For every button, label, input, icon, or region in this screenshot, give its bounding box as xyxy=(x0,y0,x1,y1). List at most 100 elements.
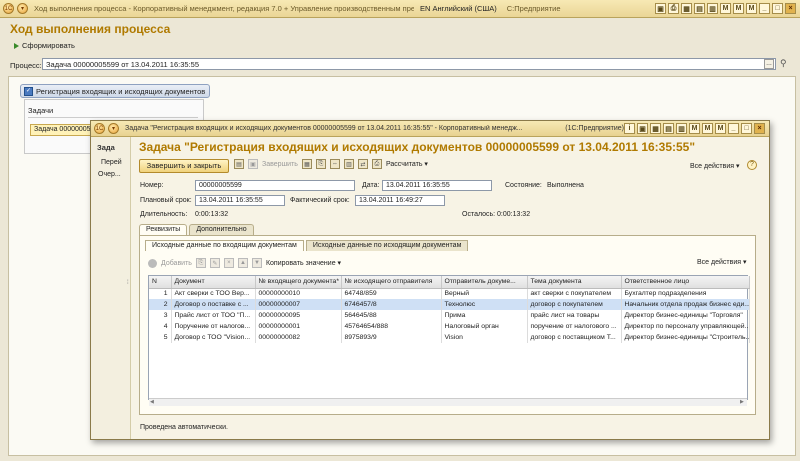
cell-sender[interactable]: Vision xyxy=(441,332,528,343)
maximize-icon[interactable]: □ xyxy=(741,123,752,134)
cell-sender[interactable]: Верный xyxy=(441,288,528,299)
attachment-icon[interactable]: ⎘ xyxy=(315,159,326,169)
plan-deadline-field[interactable]: 13.04.2011 16:35:55 xyxy=(195,195,285,206)
table-icon[interactable]: ▥ xyxy=(707,3,718,14)
close-icon[interactable]: × xyxy=(785,3,796,14)
calendar-icon[interactable]: ▦ xyxy=(681,3,692,14)
cell-sender-number[interactable]: 64748/859 xyxy=(341,288,442,299)
move-icon[interactable]: ⇔ xyxy=(329,159,340,169)
save-icon[interactable]: ▣ xyxy=(655,3,666,14)
generate-button[interactable]: Сформировать xyxy=(14,41,75,50)
memory-minus-icon[interactable]: M xyxy=(715,123,726,134)
column-header[interactable]: Тема документа xyxy=(527,276,622,289)
table-row[interactable]: 3 Прайс лист от ТОО "П... 00000000095 56… xyxy=(149,310,750,321)
cell-document[interactable]: Прайс лист от ТОО "П... xyxy=(171,310,256,321)
horizontal-scrollbar[interactable] xyxy=(149,398,747,406)
cell-subject[interactable]: поручение от налогового ... xyxy=(527,321,622,332)
calculate-button[interactable]: Рассчитать ▾ xyxy=(386,160,428,168)
column-header[interactable]: № входящего документа* xyxy=(255,276,342,289)
cell-sender-number[interactable]: 45764654/888 xyxy=(341,321,442,332)
cell-document[interactable]: Поручение от налогов... xyxy=(171,321,256,332)
column-header[interactable]: N xyxy=(149,276,172,289)
chevron-down-icon[interactable]: ▾ xyxy=(108,123,119,134)
sidebar-item-go[interactable]: Перей xyxy=(101,159,122,166)
edit-icon[interactable]: ✎ xyxy=(209,258,220,268)
bookmark-icon[interactable]: M xyxy=(689,123,700,134)
sidebar-item-queue[interactable]: Очер... xyxy=(98,171,121,178)
move-down-icon[interactable]: ▼ xyxy=(251,258,262,268)
cell-responsible[interactable]: Бухгалтер подразделения xyxy=(621,288,750,299)
table-row[interactable]: 5 Договор с ТОО "Vision... 00000000082 8… xyxy=(149,332,750,343)
print-icon[interactable]: ⎙ xyxy=(668,3,679,14)
cell-sender-number[interactable]: 564645/88 xyxy=(341,310,442,321)
scroll-left-icon[interactable]: ◀ xyxy=(150,399,154,405)
copy-icon[interactable]: ⎘ xyxy=(195,258,206,268)
process-input[interactable]: Задача 00000005599 от 13.04.2011 16:35:5… xyxy=(42,58,776,70)
finish-and-close-button[interactable]: Завершить и закрыть xyxy=(139,159,229,173)
bookmark-icon[interactable]: M xyxy=(720,3,731,14)
column-header[interactable]: Отправитель докуме... xyxy=(441,276,528,289)
print-icon[interactable]: ⎙ xyxy=(371,159,382,169)
cell-sender[interactable]: Прима xyxy=(441,310,528,321)
table-icon[interactable]: ▥ xyxy=(676,123,687,134)
report-icon[interactable]: ▦ xyxy=(301,159,312,169)
table-row[interactable]: 4 Поручение от налогов... 00000000001 45… xyxy=(149,321,750,332)
cell-subject[interactable]: договор с поставщиком Т... xyxy=(527,332,622,343)
memory-plus-icon[interactable]: M xyxy=(702,123,713,134)
actual-deadline-field[interactable]: 13.04.2011 16:49:27 xyxy=(355,195,445,206)
calculator-icon[interactable]: ▤ xyxy=(694,3,705,14)
app-logo-icon[interactable]: 1С xyxy=(94,123,105,134)
cell-sender[interactable]: Технолюс xyxy=(441,299,528,310)
cell-sender[interactable]: Налоговый орган xyxy=(441,321,528,332)
cell-incoming-number[interactable]: 00000000001 xyxy=(255,321,342,332)
help-icon[interactable]: ? xyxy=(747,160,757,170)
tab-additional[interactable]: Дополнительно xyxy=(189,224,254,235)
cell-document[interactable]: Договор с ТОО "Vision... xyxy=(171,332,256,343)
cell-sender-number[interactable]: 6746457/8 xyxy=(341,299,442,310)
calendar-icon[interactable]: ▦ xyxy=(650,123,661,134)
route-icon[interactable]: ⇄ xyxy=(357,159,368,169)
minimize-icon[interactable]: _ xyxy=(728,123,739,134)
cell-responsible[interactable]: Директор по персоналу управляющей... xyxy=(621,321,750,332)
structure-icon[interactable]: ▥ xyxy=(343,159,354,169)
table-row[interactable]: 1 Акт сверки с ТОО Вер... 00000000010 64… xyxy=(149,288,750,299)
splitter-handle[interactable]: ⁞ xyxy=(127,280,129,286)
copy-value-button[interactable]: Копировать значение ▾ xyxy=(266,259,341,267)
cell-document[interactable]: Договор о поставке с ... xyxy=(171,299,256,310)
chevron-down-icon[interactable]: ▾ xyxy=(17,3,28,14)
minimize-icon[interactable]: _ xyxy=(759,3,770,14)
app-logo-icon[interactable]: 1С xyxy=(3,3,14,14)
finish-button[interactable]: Завершить xyxy=(262,161,298,168)
cell-responsible[interactable]: Директор бизнес-единицы "Строитель... xyxy=(621,332,750,343)
table-all-actions[interactable]: Все действия ▾ xyxy=(697,258,746,266)
search-icon[interactable]: ⚲ xyxy=(780,58,792,70)
document-icon[interactable]: ▤ xyxy=(234,159,244,169)
cell-incoming-number[interactable]: 00000000082 xyxy=(255,332,342,343)
cell-sender-number[interactable]: 8975893/9 xyxy=(341,332,442,343)
language-indicator[interactable]: EN Английский (США) xyxy=(420,4,497,13)
delete-icon[interactable]: × xyxy=(223,258,234,268)
move-up-icon[interactable]: ▲ xyxy=(237,258,248,268)
column-header[interactable]: Документ xyxy=(171,276,256,289)
cell-incoming-number[interactable]: 00000000010 xyxy=(255,288,342,299)
cell-subject[interactable]: акт сверки с покупателем xyxy=(527,288,622,299)
info-icon[interactable]: i xyxy=(624,123,635,134)
table-row-selected[interactable]: 2 Договор о поставке с ... 00000000007 6… xyxy=(149,299,750,310)
cell-responsible[interactable]: Директор бизнес-единицы "Торговля" xyxy=(621,310,750,321)
memory-plus-icon[interactable]: M xyxy=(733,3,744,14)
process-node[interactable]: ✓ Регистрация входящих и исходящих докум… xyxy=(20,84,210,98)
tab-requisites[interactable]: Реквизиты xyxy=(139,224,188,235)
calculator-icon[interactable]: ▤ xyxy=(663,123,674,134)
column-header[interactable]: Ответственное лицо xyxy=(621,276,750,289)
date-field[interactable]: 13.04.2011 16:35:55 xyxy=(382,180,492,191)
cell-subject[interactable]: прайс лист на товары xyxy=(527,310,622,321)
memory-minus-icon[interactable]: M xyxy=(746,3,757,14)
cell-incoming-number[interactable]: 00000000007 xyxy=(255,299,342,310)
scroll-right-icon[interactable]: ▶ xyxy=(740,399,744,405)
column-header[interactable]: № исходящего отправителя xyxy=(341,276,442,289)
select-button[interactable]: … xyxy=(764,59,774,69)
number-field[interactable]: 00000005599 xyxy=(195,180,355,191)
cell-subject[interactable]: договор с покупателем xyxy=(527,299,622,310)
maximize-icon[interactable]: □ xyxy=(772,3,783,14)
add-button[interactable]: Добавить xyxy=(161,260,192,267)
